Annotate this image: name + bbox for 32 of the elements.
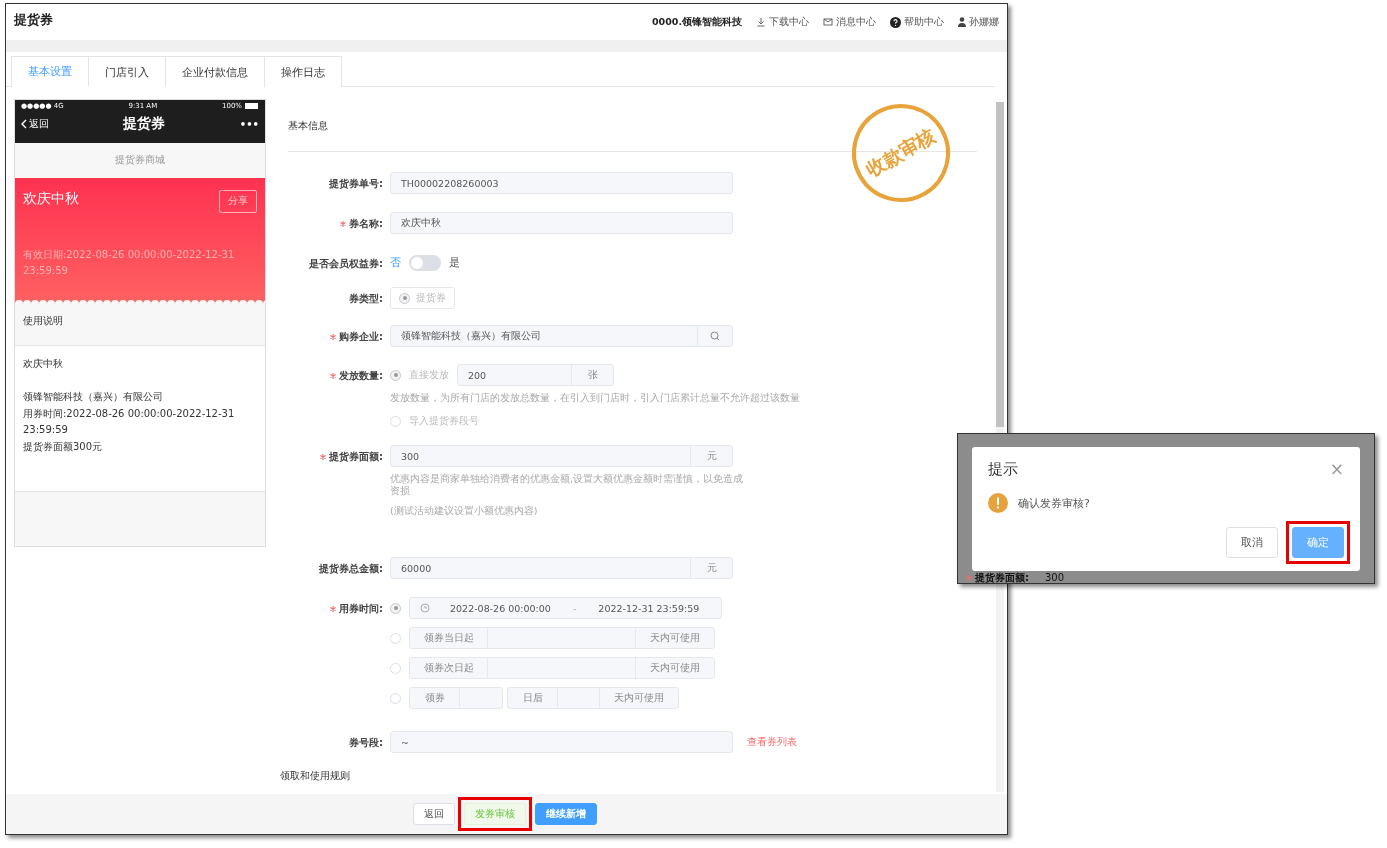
field-value: 300 xyxy=(1045,572,1065,583)
switch-on-label: 是 xyxy=(449,256,460,270)
field-label: 购券企业: xyxy=(339,330,383,344)
page-title: 提货券 xyxy=(14,11,53,29)
field-label: 券类型: xyxy=(349,292,383,306)
phone-title: 提货券 xyxy=(123,115,166,133)
usage-text: 领锋智能科技（嘉兴）有限公司 xyxy=(23,390,164,404)
field-label: 用券时间: xyxy=(339,602,383,616)
dialog-message: 确认发券审核? xyxy=(1018,495,1090,511)
field-label: 提货券单号: xyxy=(329,177,383,191)
shop-label: 提货券商城 xyxy=(115,154,165,167)
section-title: 基本信息 xyxy=(288,120,328,131)
field-label: 提货券面额: xyxy=(975,572,1029,583)
section-title: 领取和使用规则 xyxy=(280,769,351,783)
help-text: (测试活动建议设置小额优惠内容) xyxy=(390,505,539,517)
field-label: 提货券总金额: xyxy=(319,562,383,576)
usage-text: 用券时间:2022-08-26 00:00:00-2022-12-31 23:59:59 xyxy=(23,406,236,437)
switch-off-label: 否 xyxy=(390,256,401,270)
usage-text: 欢庆中秋 xyxy=(23,357,64,371)
usage-title: 使用说明 xyxy=(23,315,63,326)
help-text: 发放数量，为所有门店的发放总数量，在引入到门店时，引入门店累计总量不允许超过该数量 xyxy=(390,392,801,404)
validity-text: 有效日期:2022-08-26 00:00:00-2022-12-31 23:59:59 xyxy=(23,248,236,278)
field-label: 是否会员权益券: xyxy=(309,257,383,271)
coupon-name: 欢庆中秋 xyxy=(23,190,79,208)
usage-text: 提货券面额300元 xyxy=(23,439,104,454)
field-label: 提货券面额: xyxy=(329,450,383,464)
field-label: 券名称: xyxy=(349,217,383,231)
field-label: 券号段: xyxy=(349,736,383,750)
field-label: 发放数量: xyxy=(339,369,383,383)
option-label: 导入提货券段号 xyxy=(409,414,479,428)
dialog-title: 提示 xyxy=(988,459,1018,479)
help-text: 优惠内容是商家单独给消费者的优惠金额,设置大额优惠金额时需谨慎，以免造成资损 xyxy=(390,473,745,497)
